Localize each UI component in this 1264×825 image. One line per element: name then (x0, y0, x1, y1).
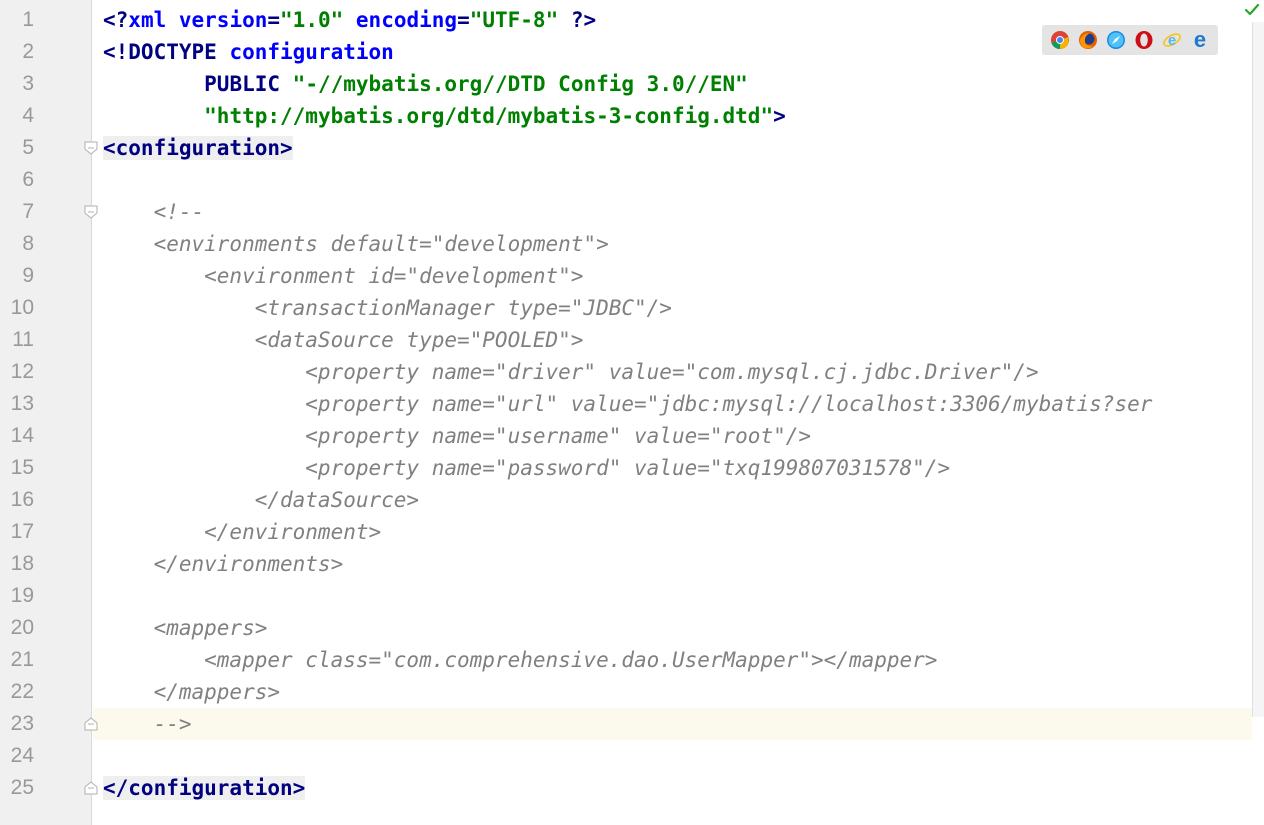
code-line[interactable]: </configuration> (103, 772, 306, 804)
code-line[interactable]: <mapper class="com.comprehensive.dao.Use… (103, 644, 937, 676)
code-line[interactable]: </mappers> (103, 676, 280, 708)
line-number: 14 (10, 424, 34, 447)
code-line[interactable]: </dataSource> (103, 484, 419, 516)
code-token: <configuration> (103, 136, 293, 160)
code-line[interactable]: <!-- (103, 196, 205, 228)
line-number: 2 (22, 40, 34, 63)
code-token: </configuration> (103, 776, 306, 800)
code-line[interactable]: <transactionManager type="JDBC"/> (103, 292, 672, 324)
line-number: 24 (10, 744, 34, 767)
code-token: xml version (128, 8, 268, 32)
line-number: 3 (22, 72, 34, 95)
code-token: "1.0" (280, 8, 344, 32)
code-token: <environments default="development"> (103, 232, 609, 256)
code-token: <property name="username" value="root"/> (103, 424, 812, 448)
code-line[interactable]: <environments default="development"> (103, 228, 609, 260)
line-number: 10 (10, 296, 34, 319)
code-token: "-//mybatis.org//DTD Config 3.0//EN" (292, 72, 748, 96)
line-number: 11 (12, 328, 34, 351)
line-number: 4 (22, 104, 34, 127)
fold-marker-icon[interactable] (84, 781, 98, 795)
code-line[interactable]: <property name="url" value="jdbc:mysql:/… (103, 388, 1152, 420)
line-number: 12 (10, 360, 34, 383)
code-token: </mappers> (103, 680, 281, 704)
code-token: <mappers> (103, 616, 268, 640)
code-line[interactable]: <configuration> (103, 132, 293, 164)
code-line[interactable]: <mappers> (103, 612, 268, 644)
line-number: 17 (10, 520, 34, 543)
code-token: <property name="url" value="jdbc:mysql:/… (103, 392, 1153, 416)
code-token: <transactionManager type="JDBC"/> (103, 296, 672, 320)
code-line[interactable]: <property name="password" value="txq1998… (103, 452, 950, 484)
line-number: 13 (10, 392, 34, 415)
line-number: 23 (10, 712, 34, 735)
code-token: <property name="driver" value="com.mysql… (103, 360, 1039, 384)
code-token: </environments> (103, 552, 344, 576)
chrome-icon[interactable] (1050, 30, 1070, 50)
line-number: 8 (22, 232, 34, 255)
line-number: 6 (22, 168, 34, 191)
code-token: </dataSource> (103, 488, 420, 512)
code-line[interactable]: PUBLIC "-//mybatis.org//DTD Config 3.0//… (103, 68, 748, 100)
fold-marker-icon[interactable] (84, 205, 98, 219)
firefox-icon[interactable] (1078, 30, 1098, 50)
current-line-highlight (93, 708, 1252, 740)
vertical-scrollbar[interactable] (1252, 22, 1264, 717)
line-number: 18 (10, 552, 34, 575)
code-token: <environment id="development"> (103, 264, 584, 288)
code-token: = (267, 8, 281, 32)
code-token: > (773, 104, 786, 128)
code-token: "http://mybatis.org/dtd/mybatis-3-config… (204, 104, 774, 128)
code-token: <? (103, 8, 129, 32)
edge-icon[interactable]: e (1190, 30, 1210, 50)
code-line[interactable]: <environment id="development"> (103, 260, 583, 292)
line-number: 5 (22, 136, 34, 159)
code-line[interactable]: <?xml version="1.0" encoding="UTF-8" ?> (103, 4, 596, 36)
fold-marker-icon[interactable] (84, 717, 98, 731)
check-icon (1244, 3, 1260, 16)
line-number: 22 (10, 680, 34, 703)
line-number: 20 (10, 616, 34, 639)
code-token: = (457, 8, 470, 32)
code-token: ?> (570, 8, 597, 32)
opera-icon[interactable] (1134, 30, 1154, 50)
code-token: <property name="password" value="txq1998… (103, 456, 951, 480)
line-number: 7 (22, 200, 34, 223)
code-line[interactable]: </environments> (103, 548, 344, 580)
line-number: 1 (22, 8, 34, 31)
code-token: configuration (229, 40, 394, 64)
code-token: <!DOCTYPE (103, 40, 230, 64)
line-number: 15 (10, 456, 34, 479)
code-token: <mapper class="com.comprehensive.dao.Use… (103, 648, 938, 672)
code-line[interactable]: </environment> (103, 516, 381, 548)
line-number: 9 (22, 264, 34, 287)
line-number: 25 (10, 776, 34, 799)
svg-text:e: e (1194, 30, 1206, 50)
code-token: <dataSource type="POOLED"> (103, 328, 584, 352)
internet-explorer-icon[interactable]: e (1162, 30, 1182, 50)
code-line[interactable]: <dataSource type="POOLED"> (103, 324, 584, 356)
xml-editor[interactable]: ee 1 <?xml version="1.0" encoding="UTF-8"… (0, 0, 1264, 825)
line-number: 19 (10, 584, 34, 607)
svg-text:e: e (1168, 32, 1176, 49)
safari-icon[interactable] (1106, 30, 1126, 50)
code-token: encoding (355, 8, 458, 32)
fold-marker-icon[interactable] (84, 141, 98, 155)
code-token: --> (103, 712, 192, 736)
code-line[interactable]: <property name="username" value="root"/> (103, 420, 811, 452)
line-number: 16 (10, 488, 34, 511)
code-token: </environment> (103, 520, 382, 544)
code-line[interactable]: <!DOCTYPE configuration (103, 36, 394, 68)
code-token: PUBLIC (204, 72, 293, 96)
code-token: "UTF-8" (469, 8, 571, 32)
line-number: 21 (10, 648, 34, 671)
code-line[interactable]: <property name="driver" value="com.mysql… (103, 356, 1039, 388)
code-line[interactable]: "http://mybatis.org/dtd/mybatis-3-config… (103, 100, 786, 132)
code-token: <!-- (103, 200, 205, 224)
code-line[interactable]: --> (103, 708, 192, 740)
browser-preview-toolbar: ee (1042, 25, 1218, 55)
